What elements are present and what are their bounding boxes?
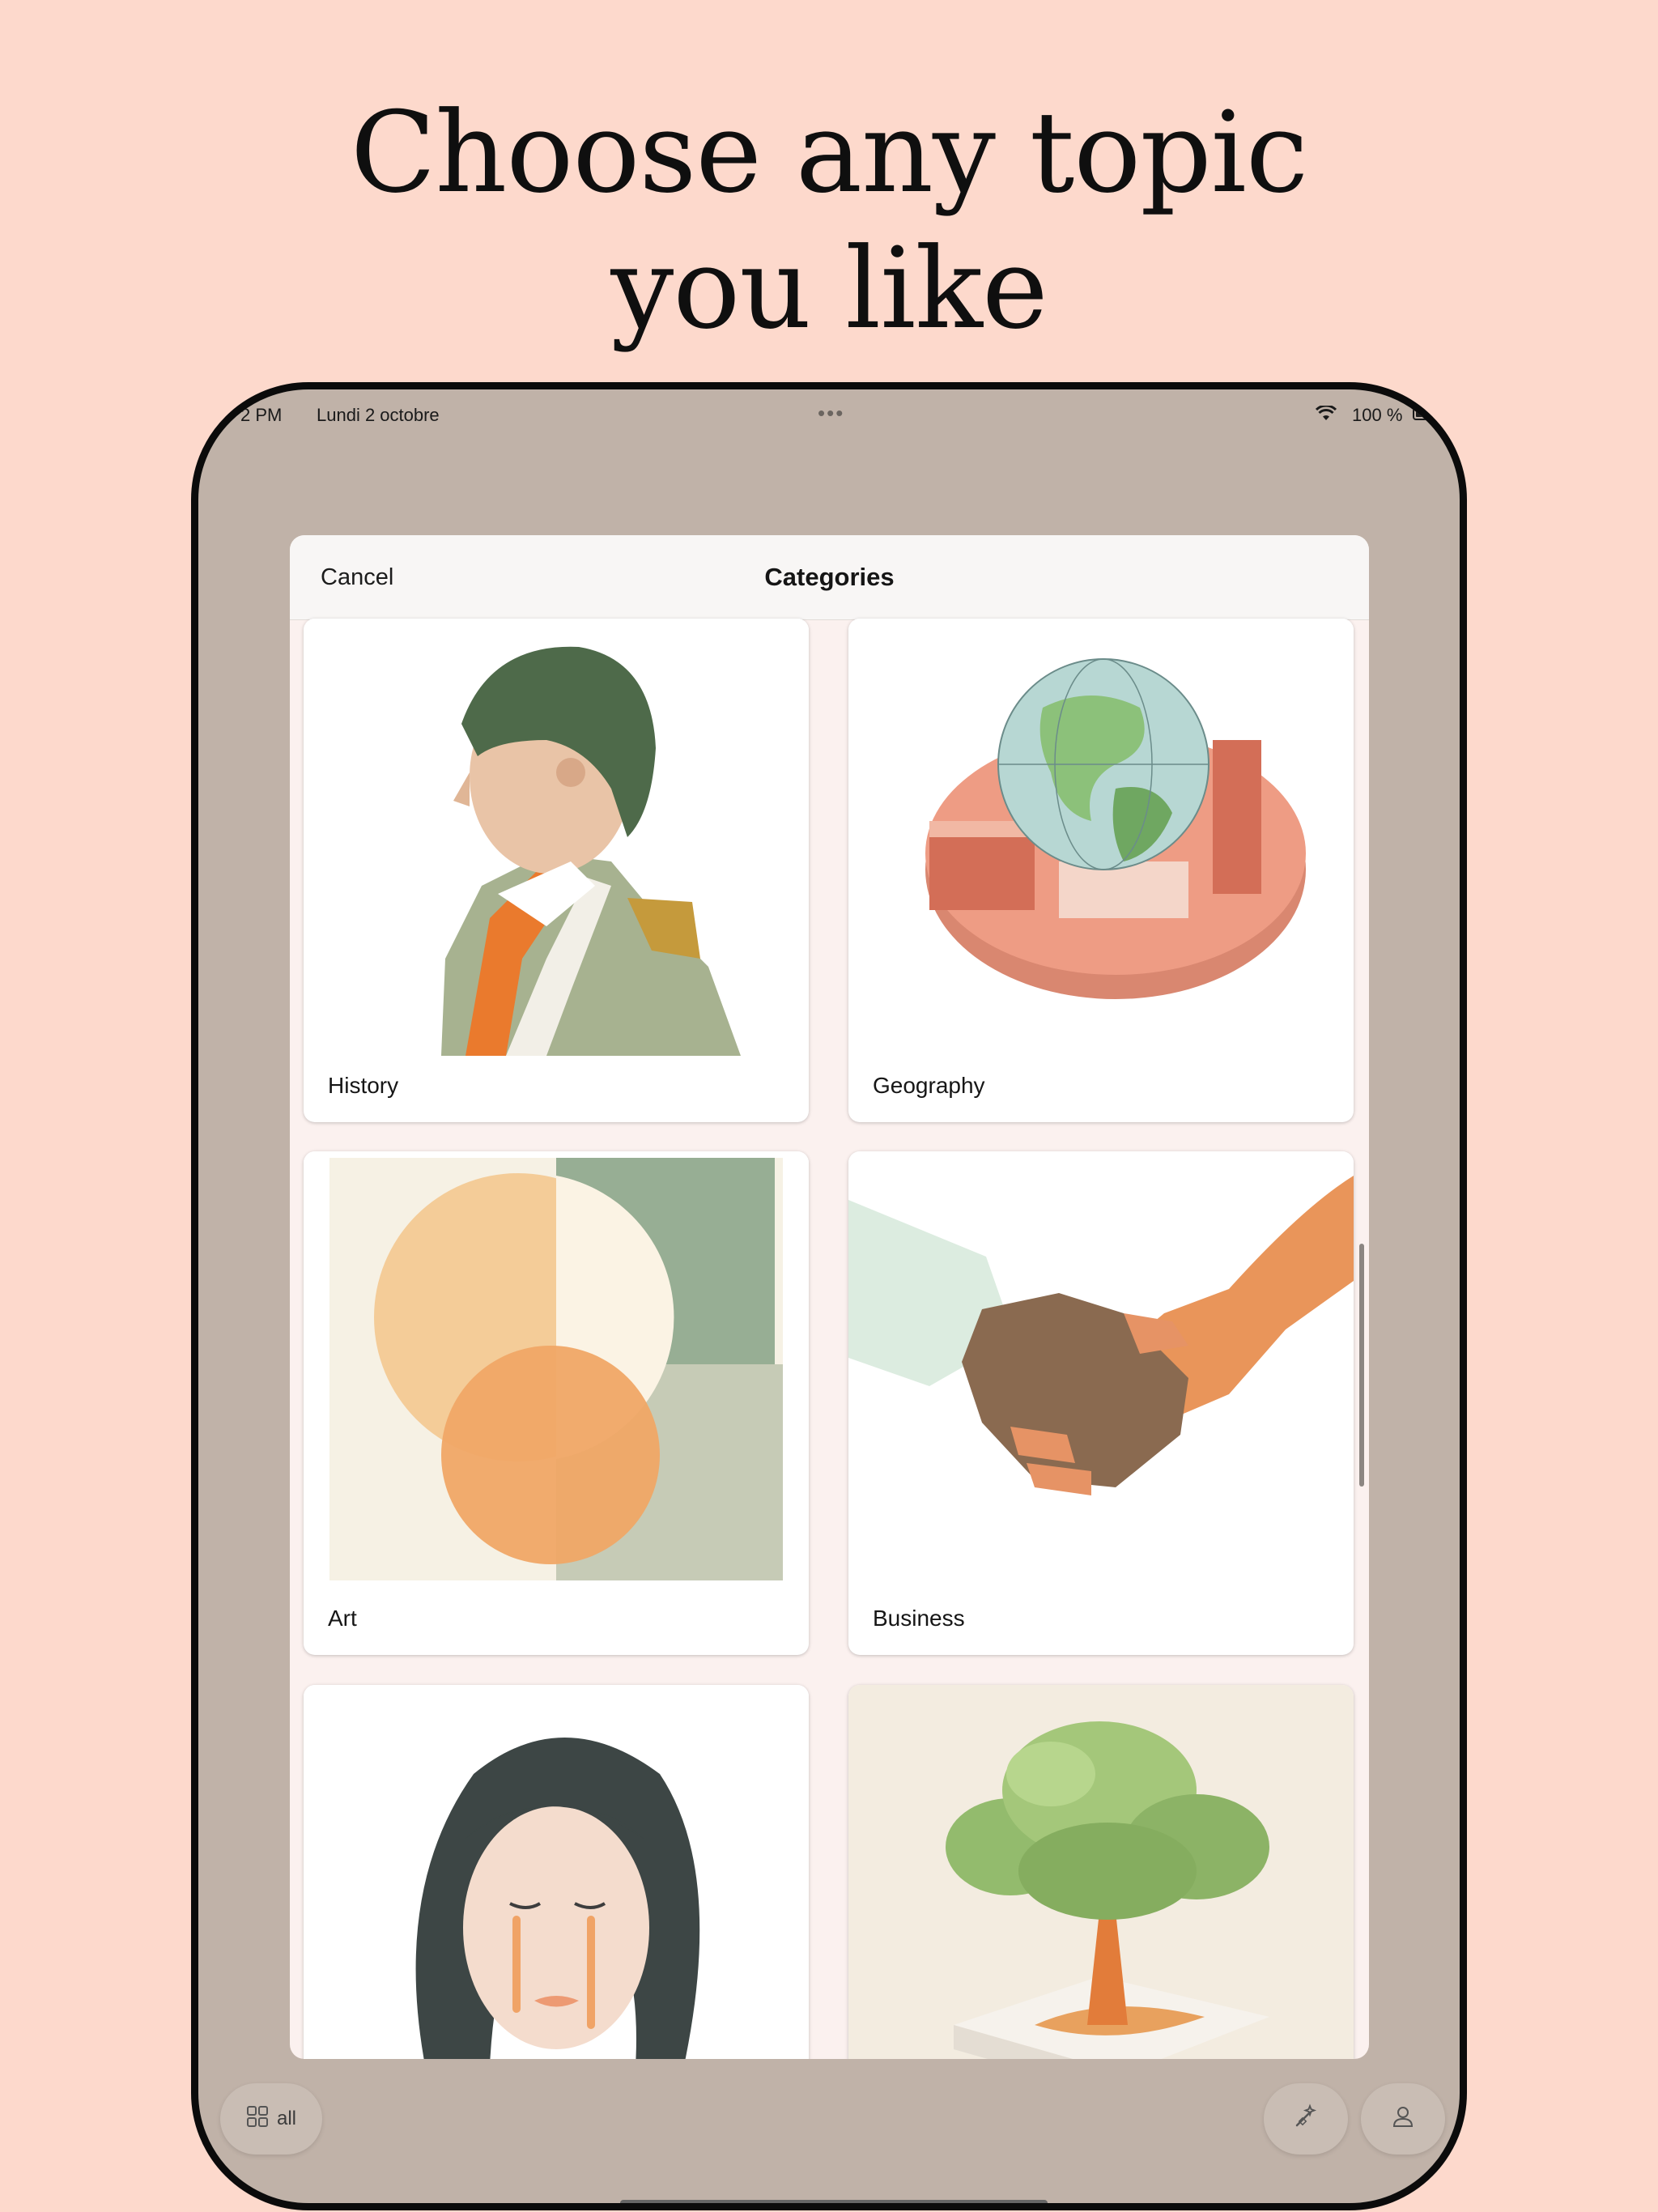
history-portrait-image — [304, 619, 809, 1072]
profile-button[interactable] — [1361, 2083, 1445, 2155]
headline: Choose any topic you like — [0, 85, 1658, 357]
wand-icon — [1292, 2103, 1320, 2136]
category-grid: History Geography Art Business — [290, 619, 1369, 2059]
headline-line-1: Choose any topic — [350, 87, 1308, 218]
scrollbar[interactable] — [1359, 1244, 1364, 1487]
art-abstract-image — [304, 1151, 809, 1605]
category-label: Geography — [873, 1073, 985, 1098]
category-card-geography[interactable]: Geography — [848, 619, 1354, 1122]
headline-line-2: you like — [610, 223, 1048, 354]
status-bar: 2 PM Lundi 2 octobre ••• 100 % — [198, 398, 1460, 430]
category-card-history[interactable]: History — [304, 619, 809, 1122]
tree-image — [848, 1685, 1354, 2059]
status-time: 2 PM — [240, 405, 283, 425]
tools-button[interactable] — [1264, 2083, 1348, 2155]
category-label: History — [328, 1073, 399, 1098]
person-icon — [1391, 2104, 1415, 2134]
battery-percentage: 100 % — [1352, 405, 1403, 425]
status-date: Lundi 2 octobre — [317, 405, 440, 425]
sheet-title: Categories — [764, 563, 895, 591]
category-label: Business — [873, 1606, 965, 1631]
geography-globe-image — [848, 619, 1354, 1072]
wifi-icon — [1315, 404, 1337, 427]
sheet-header: Cancel Categories — [290, 535, 1369, 620]
categories-sheet: Cancel Categories History Geography Art … — [290, 535, 1369, 2059]
business-handshake-image — [848, 1151, 1354, 1605]
crying-woman-image — [304, 1685, 809, 2059]
category-label: Art — [328, 1606, 357, 1631]
all-label: all — [276, 2108, 296, 2129]
grid-icon — [246, 2105, 269, 2133]
home-indicator[interactable] — [620, 2200, 1048, 2203]
category-card-tree[interactable] — [848, 1685, 1354, 2059]
category-card-portrait[interactable] — [304, 1685, 809, 2059]
battery-icon — [1413, 407, 1437, 420]
category-card-art[interactable]: Art — [304, 1151, 809, 1655]
category-card-business[interactable]: Business — [848, 1151, 1354, 1655]
multitask-dots[interactable]: ••• — [818, 401, 844, 426]
all-categories-button[interactable]: all — [220, 2083, 322, 2155]
ipad-device-frame: 2 PM Lundi 2 octobre ••• 100 % Cancel Ca… — [191, 382, 1467, 2210]
